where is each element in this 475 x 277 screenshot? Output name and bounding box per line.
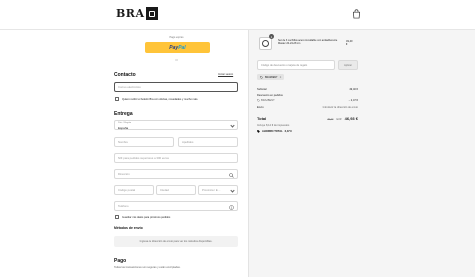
phone-placeholder: Teléfono [118, 204, 129, 208]
save-info-checkbox[interactable] [115, 215, 119, 219]
first-name-placeholder: Nombre [118, 140, 128, 144]
order-discount-row: Descuento en pedidos [257, 94, 358, 97]
tag-icon [257, 130, 260, 133]
tax-note: Incluye 8,14 € de impuestos [257, 124, 290, 127]
country-value: España [118, 125, 129, 130]
shipping-label: Envío [257, 106, 264, 109]
newsletter-checkbox-row[interactable]: Quiero recibir el boletín Bra con oferta… [115, 97, 198, 101]
or-divider: O [175, 58, 178, 62]
order-discount-value: − 2,47 € [348, 99, 358, 102]
newsletter-checkbox[interactable] [115, 97, 119, 101]
shipping-methods-title: Métodos de envío [114, 226, 143, 230]
shipping-row: Envío Introducir la dirección de envío [257, 106, 358, 109]
quantity-badge: 1 [269, 34, 274, 39]
first-name-field[interactable]: Nombre [114, 137, 174, 147]
paypal-pal-text: Pal [178, 44, 186, 51]
email-placeholder: Correo electrónico [118, 85, 141, 89]
express-checkout-label: Pago exprés [169, 36, 184, 39]
shipping-value: Introducir la dirección de envío [322, 106, 358, 109]
applied-code-text: BRA2BENT [265, 75, 278, 79]
applied-code-tag: BRA2BENT × [257, 74, 285, 80]
delivery-title: Entrega [114, 111, 133, 117]
discount-placeholder: Código de descuento o tarjeta de regalo [261, 63, 308, 67]
login-link[interactable]: Iniciar sesión [218, 73, 233, 76]
shopping-bag-icon[interactable] [352, 9, 361, 19]
phone-field[interactable]: Teléfono [114, 201, 238, 211]
address-field[interactable]: Dirección [114, 169, 238, 179]
payment-title: Pago [114, 258, 127, 264]
total-old-price: 49,40 [327, 118, 334, 121]
brand-logo[interactable]: BRA [116, 7, 159, 20]
product-name: Set de 3 cuchillos acero inoxidable con … [278, 39, 338, 46]
subtotal-row: Subtotal 49,40 € [257, 88, 358, 91]
tag-icon [260, 75, 263, 79]
tag-icon [257, 99, 260, 102]
order-discount-code-row: BRA2BENT − 2,47 € [257, 99, 358, 103]
newsletter-label: Quiero recibir el boletín Bra con oferta… [122, 97, 199, 101]
logo-text: BRA [116, 7, 145, 20]
site-header: BRA [0, 0, 475, 30]
payment-subtitle: Todas las transacciones son seguras y es… [114, 266, 181, 269]
province-select[interactable]: Provincia / E… [198, 185, 238, 195]
postal-code-placeholder: Código postal [118, 188, 136, 192]
email-field[interactable]: Correo electrónico [114, 82, 238, 92]
apply-discount-button[interactable]: Aplicar [338, 60, 358, 70]
shipping-methods-placeholder: Ingresa tu dirección de envío para ver l… [114, 236, 238, 247]
nif-placeholder: NIF para pedidos superiores a 300 euros [118, 156, 169, 160]
total-value: 46,93 € [344, 116, 358, 121]
country-select[interactable]: País / Región España [114, 120, 238, 130]
order-discount-code: BRA2BENT [261, 99, 275, 102]
save-info-label: Guardar mis datos para próximos pedidos [122, 215, 171, 219]
remove-code-icon[interactable]: × [280, 75, 282, 79]
contact-title: Contacto [114, 72, 136, 78]
save-info-checkbox-row[interactable]: Guardar mis datos para próximos pedidos [115, 215, 170, 219]
province-placeholder: Provincia / E… [202, 188, 221, 192]
postal-code-field[interactable]: Código postal [114, 185, 154, 195]
discount-code-input[interactable]: Código de descuento o tarjeta de regalo [257, 60, 335, 70]
total-label: Total [257, 116, 267, 121]
total-savings: AHORRO TOTAL 2,47 € [257, 130, 292, 133]
address-placeholder: Dirección [118, 172, 130, 176]
last-name-field[interactable]: Apellidos [178, 137, 238, 147]
subtotal-label: Subtotal [257, 88, 267, 91]
last-name-placeholder: Apellidos [182, 140, 194, 144]
subtotal-value: 49,40 € [349, 88, 358, 91]
country-label: País / Región [118, 122, 132, 124]
city-field[interactable]: Ciudad [156, 185, 196, 195]
total-currency: EUR [336, 118, 342, 121]
paypal-pay-text: Pay [169, 44, 179, 51]
search-icon [229, 172, 234, 178]
city-placeholder: Ciudad [160, 188, 169, 192]
nif-field[interactable]: NIF para pedidos superiores a 300 euros [114, 153, 238, 163]
shipping-placeholder-text: Ingresa tu dirección de envío para ver l… [139, 240, 213, 243]
product-price: 49,40 € [346, 40, 353, 46]
logo-mark-icon [146, 7, 159, 20]
paypal-button[interactable]: Pay Pal [145, 42, 210, 53]
order-discount-label: Descuento en pedidos [257, 94, 283, 97]
help-icon[interactable] [229, 204, 234, 210]
savings-label: AHORRO TOTAL [262, 130, 283, 133]
savings-value: 2,47 € [284, 130, 292, 133]
total-row: Total 49,40 EUR 46,93 € [257, 116, 358, 121]
